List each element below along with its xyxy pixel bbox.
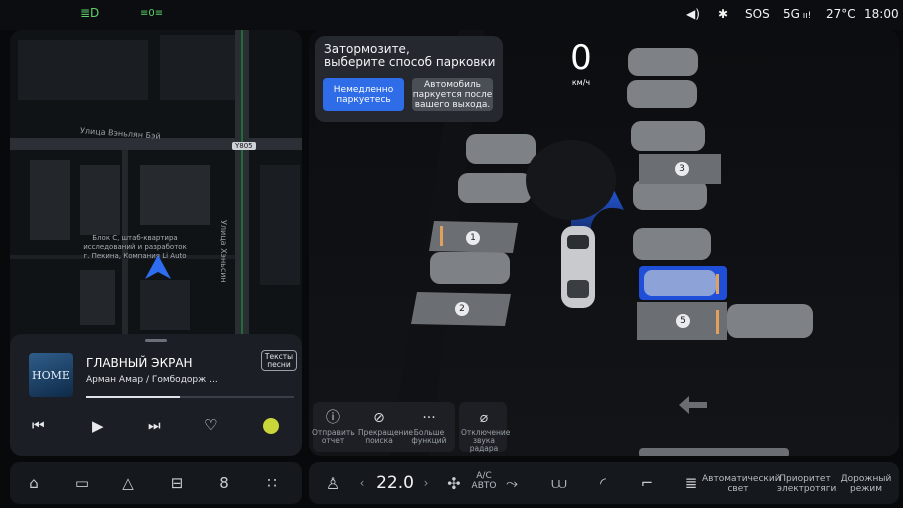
- headlight-auto-icon[interactable]: ≣: [681, 462, 701, 504]
- home-icon[interactable]: ⌂: [22, 462, 46, 504]
- report-button[interactable]: ⓘ Отправить отчет: [312, 410, 355, 445]
- parking-prompt: Затормозите, выберите способ парковки Не…: [315, 36, 503, 122]
- seat-icon[interactable]: 8: [212, 462, 236, 504]
- poi-label[interactable]: Блок C, штаб-квартира исследований и раз…: [80, 234, 190, 261]
- airflow-seat-icon[interactable]: ⤳: [501, 462, 523, 504]
- album-art[interactable]: HOME: [29, 353, 73, 397]
- seat-adjust-icon[interactable]: ⌐: [635, 462, 659, 504]
- next-icon[interactable]: ⏭: [148, 418, 161, 434]
- drag-handle[interactable]: [145, 339, 167, 342]
- favorite-icon[interactable]: ♡: [204, 416, 217, 434]
- ev-priority-button[interactable]: Приоритет электротяги: [777, 474, 836, 494]
- parking-slot-1[interactable]: 1: [466, 231, 480, 245]
- fan-icon[interactable]: ✣: [443, 462, 465, 504]
- progress-track[interactable]: [86, 396, 294, 398]
- road-badge: Y805: [232, 142, 256, 150]
- parking-slot-3[interactable]: 3: [675, 162, 689, 176]
- prompt-line-2: выберите способ парковки: [324, 55, 496, 69]
- display-icon[interactable]: ▭: [70, 462, 94, 504]
- temp-up-icon[interactable]: ›: [419, 462, 433, 504]
- volume-icon[interactable]: ◀): [686, 7, 700, 21]
- parking-slot-5[interactable]: 5: [676, 314, 690, 328]
- ac-auto-button[interactable]: A/C АВТО: [471, 471, 497, 491]
- track-title: ГЛАВНЫЙ ЭКРАН: [86, 356, 193, 370]
- road-mode-button[interactable]: Дорожный режим: [839, 474, 893, 494]
- vehicle-position-icon: [145, 255, 171, 279]
- temp-down-icon[interactable]: ‹: [355, 462, 369, 504]
- temperature-label: 27°C: [826, 7, 856, 21]
- app-dock: ⌂ ▭ △ ⊟ 8 ∷: [10, 462, 302, 504]
- status-bar: ≣D ≡0≡ ◀) ✱ SOS 5G ıı! 27°C 18:00: [0, 0, 903, 30]
- media-player: HOME ГЛАВНЫЙ ЭКРАН Арман Амар / Гомбодор…: [10, 334, 302, 456]
- seat-heat-icon[interactable]: ♙: [321, 462, 345, 504]
- stop-search-icon: ⊘: [373, 410, 385, 426]
- radar-mute-label: ⌀ Отключение звука радара: [461, 410, 511, 453]
- navigation-icon[interactable]: △: [116, 462, 140, 504]
- vehicle-icon[interactable]: ⊟: [165, 462, 189, 504]
- report-icon: ⓘ: [326, 410, 340, 426]
- stop-search-button[interactable]: ⊘ Прекращение поиска: [358, 410, 413, 445]
- climate-dock: ♙ ‹ 22.0 › ✣ A/C АВТО ⤳ ⩊ ◜ ⌐ ≣ Автомати…: [309, 462, 899, 504]
- street-label: Улица Хэньсин: [219, 220, 228, 283]
- clock: 18:00: [864, 7, 899, 21]
- music-app-icon[interactable]: [263, 418, 279, 434]
- apps-grid-icon[interactable]: ∷: [260, 462, 284, 504]
- play-icon[interactable]: ▶: [92, 417, 104, 435]
- lyrics-button[interactable]: Тексты песни: [261, 350, 297, 371]
- progress-fill: [86, 396, 180, 398]
- rear-defrost-icon[interactable]: ⩊: [547, 462, 571, 504]
- fog-light-icon: ≡0≡: [140, 8, 164, 19]
- track-artist: Арман Амар / Гомбодорж ...: [86, 375, 218, 385]
- park-now-button[interactable]: Немедленно паркуетесь: [323, 78, 404, 111]
- park-after-exit-button[interactable]: Автомобиль паркуется после вашего выхода…: [412, 78, 493, 111]
- wiper-icon[interactable]: ◜: [591, 462, 615, 504]
- parking-slot-2[interactable]: 2: [455, 302, 469, 316]
- speed-unit: км/ч: [571, 78, 591, 87]
- bluetooth-icon[interactable]: ✱: [718, 7, 728, 21]
- auto-light-button[interactable]: Автоматический свет: [702, 474, 781, 494]
- network-label: 5G ıı!: [783, 7, 812, 21]
- previous-icon[interactable]: ⏮: [32, 418, 45, 434]
- speed-value: 0: [570, 38, 592, 78]
- headlight-icon: ≣D: [80, 6, 100, 20]
- more-functions-button[interactable]: ··· Больше функций: [408, 410, 450, 445]
- more-icon: ···: [422, 410, 436, 426]
- sos-label[interactable]: SOS: [745, 7, 770, 21]
- radar-mute-icon: ⌀: [479, 410, 489, 426]
- cabin-temperature[interactable]: 22.0: [373, 462, 417, 504]
